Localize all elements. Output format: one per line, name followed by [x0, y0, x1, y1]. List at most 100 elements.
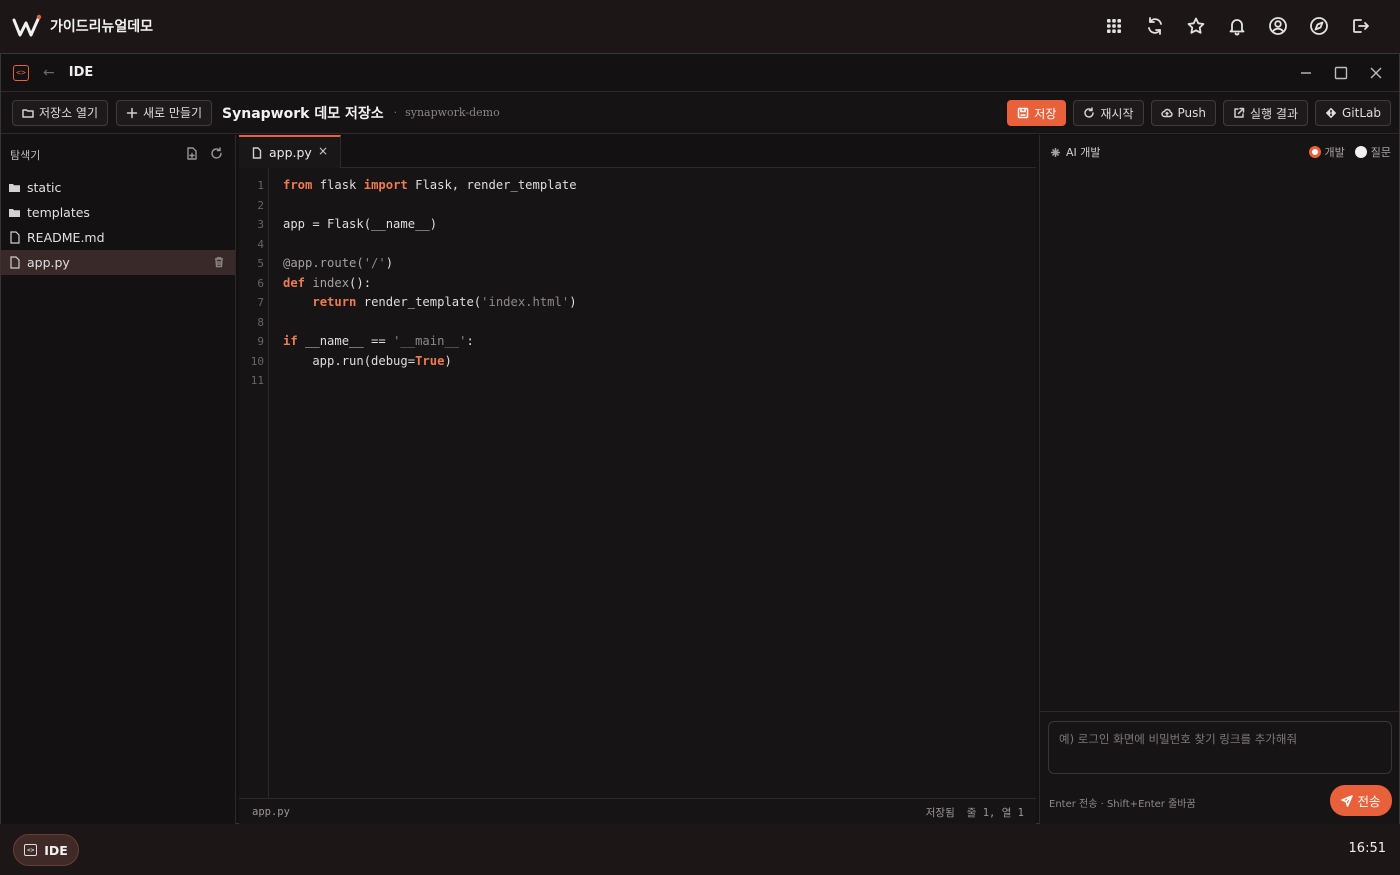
code-token: app = Flask(__name__) — [283, 217, 438, 232]
repo-separator: · — [393, 106, 398, 119]
code-token: app.run(debug= — [283, 353, 416, 368]
code-token: (): — [349, 275, 372, 290]
new-file-icon[interactable] — [185, 147, 198, 160]
mode-dev-radio[interactable]: 개발 — [1308, 144, 1345, 160]
code-brackets-icon: <> — [24, 844, 38, 856]
code-line[interactable] — [283, 371, 577, 391]
code-editor: app.py × 1 2 3 4 5 6 7 8 9 10 11 from flask import… — [239, 135, 1036, 824]
code-token: '__main__' — [393, 334, 467, 349]
sparkle-icon — [1051, 147, 1060, 157]
status-saved: 저장됨 — [925, 806, 955, 819]
tab-app-py[interactable]: app.py × — [239, 135, 341, 168]
compass-icon[interactable] — [1298, 6, 1339, 46]
line-number: 11 — [250, 374, 264, 388]
radio-unselected-icon — [1354, 146, 1367, 158]
back-arrow-icon[interactable]: ← — [43, 65, 55, 81]
code-token: ) — [444, 353, 452, 368]
gitlab-button[interactable]: GitLab — [1315, 100, 1391, 126]
plus-icon — [126, 107, 138, 118]
code-line[interactable] — [283, 235, 577, 255]
maximize-icon[interactable] — [1323, 58, 1358, 88]
code-token: index — [312, 275, 350, 290]
code-line[interactable]: app = Flask(__name__) — [283, 215, 577, 235]
restart-button[interactable]: 재시작 — [1073, 100, 1144, 126]
taskbar: <> IDE 16:51 — [0, 825, 1400, 875]
code-token: 'index.html' — [481, 295, 570, 310]
code-token: ) — [385, 256, 394, 271]
ide-toolbar: 저장소 열기 새로 만들기 Synapwork 데모 저장소 · synapwo… — [1, 92, 1399, 134]
open-repo-button[interactable]: 저장소 열기 — [12, 99, 109, 126]
tab-close-button[interactable]: × — [318, 144, 328, 158]
code-token: if — [283, 334, 298, 349]
logout-icon[interactable] — [1339, 6, 1380, 46]
ai-panel-title: AI 개발 — [1066, 146, 1101, 159]
line-number: 3 — [257, 218, 264, 232]
send-icon — [1341, 794, 1354, 807]
code-line[interactable]: return render_template('index.html') — [283, 293, 577, 313]
save-button[interactable]: 저장 — [1007, 100, 1067, 126]
explorer-item-app-py[interactable]: app.py — [1, 250, 235, 275]
brand-name: 가이드리뉴얼데모 — [50, 19, 154, 35]
refresh-icon — [1084, 107, 1095, 118]
ai-divider — [1040, 711, 1399, 712]
code-token: __name__ == — [297, 334, 394, 349]
clock: 16:51 — [1348, 841, 1386, 856]
code-line[interactable]: app.run(debug=True) — [283, 352, 577, 372]
code-token: : — [466, 334, 474, 349]
explorer-item-static[interactable]: static — [1, 175, 235, 200]
new-create-button[interactable]: 새로 만들기 — [116, 99, 213, 126]
explorer-item-templates[interactable]: templates — [1, 200, 235, 225]
code-token: import — [363, 178, 408, 192]
code-line[interactable] — [283, 313, 577, 333]
push-button[interactable]: Push — [1150, 100, 1217, 126]
radio-selected-icon — [1308, 146, 1321, 158]
line-number: 9 — [257, 335, 264, 349]
user-circle-icon[interactable] — [1257, 6, 1298, 46]
ai-prompt-input[interactable] — [1048, 721, 1392, 774]
code-area[interactable]: 1 2 3 4 5 6 7 8 9 10 11 from flask import Flask, r… — [239, 168, 1036, 798]
run-result-button[interactable]: 실행 결과 — [1223, 100, 1308, 126]
refresh-icon[interactable] — [210, 147, 223, 160]
code-token: @app.route( — [283, 256, 364, 271]
folder-icon — [9, 184, 20, 192]
brand[interactable]: 가이드리뉴얼데모 — [12, 14, 153, 38]
taskbar-ide-button[interactable]: <> IDE — [13, 834, 79, 866]
status-cursor-position: 줄 1, 열 1 — [966, 806, 1024, 819]
line-number-gutter: 1 2 3 4 5 6 7 8 9 10 11 — [239, 168, 269, 798]
line-number: 6 — [257, 276, 264, 290]
code-token: ) — [569, 295, 577, 310]
git-diamond-icon — [1325, 107, 1337, 119]
code-line[interactable]: @app.route('/') — [283, 254, 577, 274]
code-token: flask — [312, 178, 364, 192]
delete-file-button[interactable] — [213, 256, 225, 271]
editor-statusbar: app.py 저장됨 줄 1, 열 1 — [239, 798, 1036, 824]
send-button[interactable]: 전송 — [1330, 785, 1392, 816]
code-token: return — [312, 295, 357, 310]
code-token: '/' — [363, 256, 386, 271]
code-token: True — [415, 353, 445, 368]
repo-slug: synapwork-demo — [405, 106, 500, 119]
ide-window: <> ← IDE 저장소 열기 새로 만들기 Synapwork 데모 저장소 … — [0, 53, 1400, 824]
code-brackets-icon: <> — [13, 64, 29, 81]
repo-title: Synapwork 데모 저장소 — [222, 105, 384, 122]
code-line[interactable]: if __name__ == '__main__': — [283, 332, 577, 352]
ai-panel: AI 개발 개발 질문 Enter 전송 · Shift+Enter 줄바꿈 전… — [1039, 135, 1399, 824]
mode-ask-radio[interactable]: 질문 — [1354, 144, 1391, 160]
line-number: 1 — [257, 179, 264, 192]
sync-icon[interactable] — [1134, 6, 1175, 46]
explorer-item-readme[interactable]: README.md — [1, 225, 235, 250]
bell-icon[interactable] — [1216, 6, 1257, 46]
code-content[interactable]: from flask import Flask, render_template… — [269, 168, 577, 798]
code-line[interactable] — [283, 196, 577, 216]
editor-tabs: app.py × — [239, 135, 1036, 168]
close-icon[interactable] — [1358, 58, 1393, 88]
star-icon[interactable] — [1175, 6, 1216, 46]
line-number: 4 — [257, 237, 264, 251]
folder-open-icon — [22, 108, 34, 118]
external-link-icon — [1234, 107, 1245, 118]
file-icon — [10, 256, 20, 269]
code-line[interactable]: from flask import Flask, render_template — [283, 176, 577, 196]
apps-grid-icon[interactable] — [1093, 6, 1134, 46]
minimize-icon[interactable] — [1288, 58, 1323, 88]
code-line[interactable]: def index(): — [283, 274, 577, 294]
